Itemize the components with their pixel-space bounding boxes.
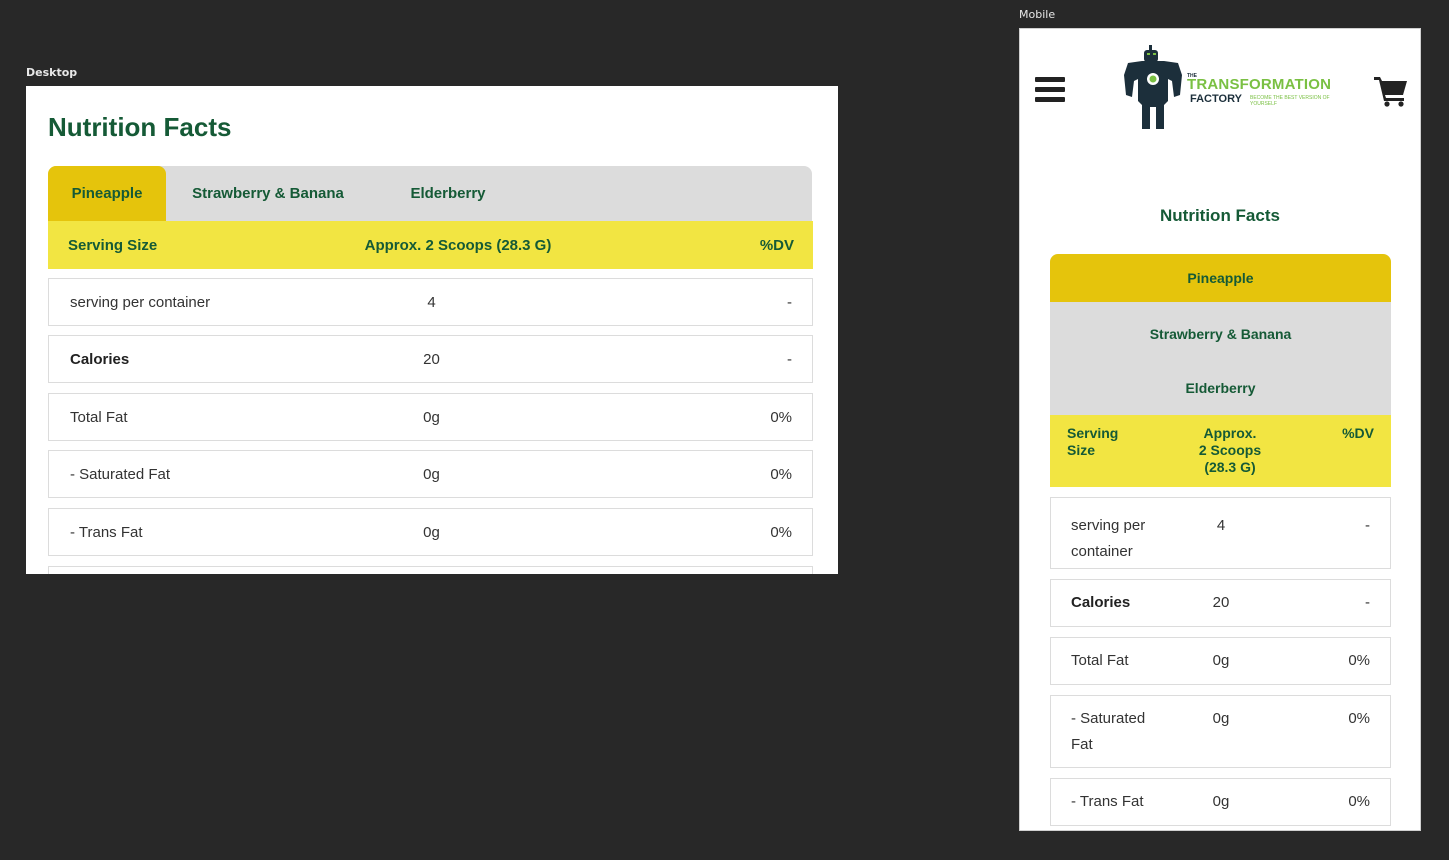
nutrient-amount: 0g [1212,710,1230,727]
table-row: - Trans Fat 0g 0% [1050,778,1391,826]
nutrient-name: - Saturated Fat [70,465,171,483]
shopping-cart-icon[interactable] [1374,75,1408,107]
logo-tagline: BECOME THE BEST VERSION OF YOURSELF [1250,95,1330,107]
tab-pineapple[interactable]: Pineapple [48,166,166,221]
nutrient-dv: 0% [770,465,792,483]
table-row: - Trans Fat 0g 0% [48,508,813,556]
serving-size-value: Approx. 2 Scoops (28.3 G) [364,236,552,254]
mobile-frame-label: Mobile [1019,8,1056,21]
nutrient-amount: 0g [1212,793,1230,810]
table-row: serving per container 4 - [1050,497,1391,569]
mobile-frame: THE TRANSFORMATION FACTORY BECOME THE BE… [1019,28,1421,831]
logo-text-factory: FACTORY [1190,93,1242,105]
nutrient-amount: 20 [1212,594,1230,611]
nutrient-dv: - [1365,517,1370,534]
nutrient-name: - Trans Fat [70,523,143,541]
nutrient-dv: - [1365,594,1370,611]
table-row: serving per container 4 - [48,278,813,326]
desktop-frame-label: Desktop [26,66,78,79]
nutrient-dv: 0% [1348,793,1370,810]
table-row: Total Fat 0g 0% [48,393,813,441]
dv-header: %DV [759,236,794,254]
mobile-tab-strawberry-banana[interactable]: Strawberry & Banana [1050,310,1391,358]
table-row: Total Fat 0g 0% [1050,637,1391,685]
table-row: Calories 20 - [48,335,813,383]
mobile-serving-size-header: Serving Size Approx. 2 Scoops (28.3 G) %… [1050,415,1391,487]
nutrient-dv: 0% [770,408,792,426]
site-logo[interactable]: THE TRANSFORMATION FACTORY BECOME THE BE… [1120,43,1332,133]
nutrient-dv: 0% [1348,652,1370,669]
nutrient-dv: 0% [770,523,792,541]
mobile-tab-elderberry[interactable]: Elderberry [1050,364,1391,412]
hamburger-menu-icon[interactable] [1035,77,1065,103]
table-row: - Saturated Fat 0g 0% [48,450,813,498]
nutrient-name: Total Fat [70,408,128,426]
nutrient-amount: 0g [1212,652,1230,669]
nutrient-amount: 4 [1216,517,1226,534]
table-row [48,566,813,574]
flavor-tabs: Pineapple Strawberry & Banana Elderberry [48,166,812,221]
nutrient-amount: 0g [423,523,440,541]
mobile-flavor-tabs: Pineapple Strawberry & Banana Elderberry [1050,254,1391,415]
mobile-serving-size-value: Approx. 2 Scoops (28.3 G) [1198,425,1262,475]
nutrient-dv: - [787,350,792,368]
nutrient-name: - Saturated Fat [1071,710,1146,753]
mobile-tab-pineapple[interactable]: Pineapple [1050,254,1391,302]
mobile-page-title: Nutrition Facts [1160,206,1280,225]
page-title: Nutrition Facts [48,112,232,142]
logo-text-transformation: TRANSFORMATION [1187,76,1332,93]
tab-elderberry[interactable]: Elderberry [390,166,506,221]
desktop-frame: Nutrition Facts Pineapple Strawberry & B… [26,86,838,574]
nutrient-name: serving per container [1071,517,1146,560]
nutrient-amount: 20 [423,350,440,368]
robot-logo-icon [1124,45,1182,129]
table-row: Calories 20 - [1050,579,1391,627]
serving-size-header: Serving Size Approx. 2 Scoops (28.3 G) %… [48,221,813,269]
nutrient-name: serving per container [70,293,211,311]
nutrient-name: Total Fat [1071,652,1129,669]
nutrient-dv: - [787,293,792,311]
nutrient-name: - Trans Fat [1071,793,1144,810]
table-row: - Saturated Fat 0g 0% [1050,695,1391,768]
mobile-serving-size-label: Serving Size [1067,425,1119,458]
nutrient-dv: 0% [1348,710,1370,727]
nutrient-name: Calories [1071,594,1131,611]
tab-strawberry-banana[interactable]: Strawberry & Banana [178,166,358,221]
mobile-dv-header: %DV [1342,425,1374,441]
nutrient-name: Calories [70,350,130,368]
nutrient-amount: 0g [423,408,440,426]
